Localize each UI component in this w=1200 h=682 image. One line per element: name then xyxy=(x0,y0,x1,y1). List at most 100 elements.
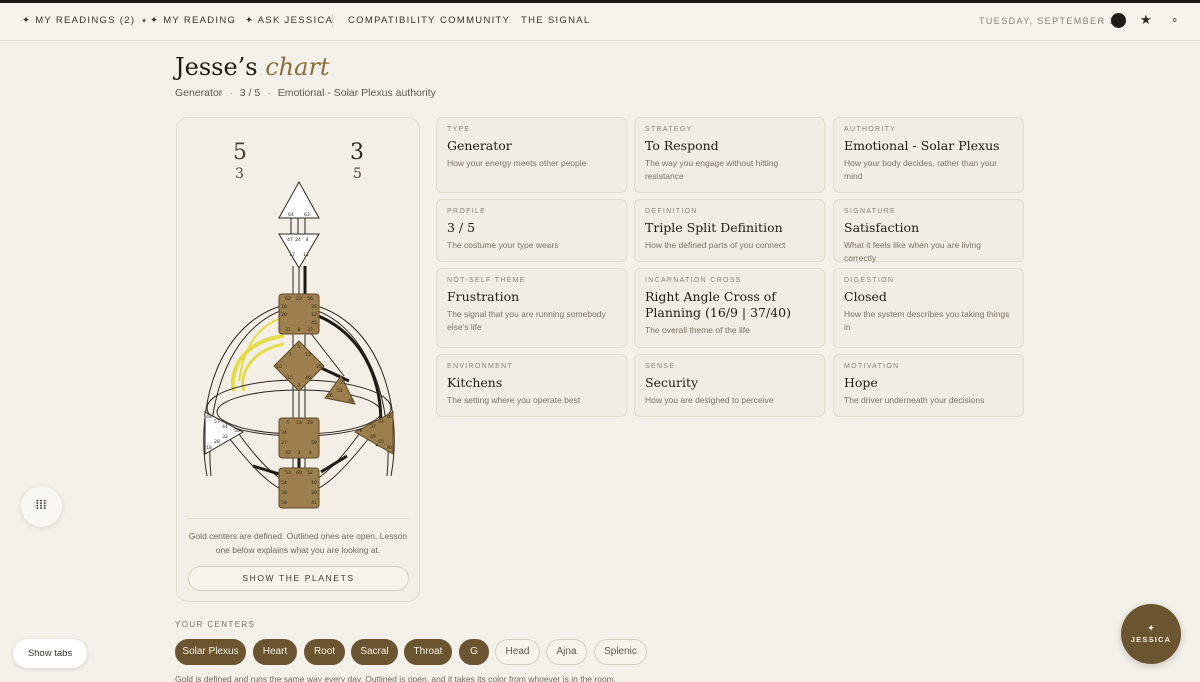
gate-label: 45 xyxy=(311,320,317,326)
gate-label: 22 xyxy=(378,419,384,425)
gate-label: 26 xyxy=(327,393,333,399)
star-icon[interactable]: ★ xyxy=(1140,12,1152,28)
attribute-card-incarnation-cross[interactable]: INCARNATION CROSS Right Angle Cross of Pl… xyxy=(634,268,825,348)
gate-label: 59 xyxy=(311,440,317,446)
top-nav: ✦ MY READINGS (2) ▾ ✦ MY READING ✦ ASK J… xyxy=(0,3,1200,41)
show-planets-button[interactable]: SHOW THE PLANETS xyxy=(188,566,409,591)
chevron-down-icon[interactable]: ▾ xyxy=(142,18,147,25)
subtitle-profile: 3 / 5 xyxy=(239,87,261,99)
center-chip-g[interactable]: G xyxy=(459,639,489,665)
gate-label: 28 xyxy=(214,439,220,445)
gate-label: 30 xyxy=(386,445,392,451)
gate-label: 4 xyxy=(306,237,309,243)
head-center xyxy=(278,180,320,219)
show-tabs-button[interactable]: Show tabs xyxy=(13,639,87,668)
gate-label: 1 xyxy=(298,344,301,350)
settings-icon[interactable]: ⚬ xyxy=(1170,14,1179,27)
attribute-card-signature[interactable]: SIGNATURE Satisfaction What it feels like … xyxy=(833,199,1024,263)
gate-label: 56 xyxy=(307,296,313,302)
attribute-card-profile[interactable]: PROFILE 3 / 5 The costume your type wears xyxy=(436,199,627,262)
nav-community[interactable]: COMMUNITY xyxy=(440,15,510,26)
center-chip-solar-plexus[interactable]: Solar Plexus xyxy=(175,639,246,665)
current-date: TUESDAY, SEPTEMBER 1 xyxy=(979,16,1116,26)
attribute-card-digestion[interactable]: DIGESTION Closed How the system describes … xyxy=(833,268,1024,348)
nav-my-readings[interactable]: ✦ MY READINGS (2) ▾ xyxy=(22,15,147,26)
jessica-label: JESSICA xyxy=(1130,635,1172,644)
nav-ask-jessica[interactable]: ✦ ASK JESSICA xyxy=(245,15,333,26)
gate-label: 17 xyxy=(289,252,295,258)
center-chip-ajna[interactable]: Ajna xyxy=(546,639,587,665)
gate-label: 58 xyxy=(281,500,287,506)
gate-label: 21 xyxy=(340,380,346,386)
gate-label: 54 xyxy=(281,480,287,486)
attribute-card-authority[interactable]: AUTHORITY Emotional - Solar Plexus How you… xyxy=(833,117,1024,193)
center-chip-splenic[interactable]: Splenic xyxy=(594,639,647,665)
gate-label: 52 xyxy=(307,470,313,476)
subtitle-authority: Emotional - Solar Plexus authority xyxy=(277,87,436,99)
gate-label: 29 xyxy=(307,420,313,426)
gate-label: 63 xyxy=(304,212,310,218)
centers-explanation: Gold is defined and runs the same way ev… xyxy=(175,674,617,682)
center-chip-head[interactable]: Head xyxy=(495,639,540,665)
center-chip-sacral[interactable]: Sacral xyxy=(351,639,398,665)
centers-section-label: YOUR CENTERS xyxy=(175,620,256,629)
attribute-card-environment[interactable]: ENVIRONMENT Kitchens The setting where you… xyxy=(436,354,627,417)
gate-label: 49 xyxy=(370,434,376,440)
attribute-card-definition[interactable]: DEFINITION Triple Split Definition How the… xyxy=(634,199,825,262)
gate-label: 24 xyxy=(295,237,301,243)
gate-label: 50 xyxy=(234,428,240,434)
gate-label: 11 xyxy=(303,252,309,258)
gate-label: 48 xyxy=(206,414,212,420)
gate-label: 25 xyxy=(316,364,322,370)
gate-label: 2 xyxy=(298,383,301,389)
gate-label: 55 xyxy=(378,439,384,445)
attribute-card-motivation[interactable]: MOTIVATION Hope The driver underneath your… xyxy=(833,354,1024,417)
gate-label: 46 xyxy=(305,375,311,381)
gate-label: 62 xyxy=(285,296,291,302)
attribute-card-type[interactable]: TYPE Generator How your energy meets other… xyxy=(436,117,627,193)
chart-legend-note: Gold centers are defined. Outlined ones … xyxy=(187,518,409,557)
gate-label: 8 xyxy=(298,327,301,333)
gate-label: 14 xyxy=(296,420,302,426)
gate-label: 33 xyxy=(307,327,313,333)
gate-label: 32 xyxy=(222,434,228,440)
center-chip-heart[interactable]: Heart xyxy=(253,639,297,665)
gate-label: 12 xyxy=(311,312,317,318)
gate-label: 37 xyxy=(370,424,376,430)
gate-label: 41 xyxy=(311,500,317,506)
gate-label: 3 xyxy=(298,450,301,456)
sparkle-icon: ✦ xyxy=(1147,623,1155,633)
gate-label: 20 xyxy=(281,312,287,318)
gate-label: 19 xyxy=(311,480,317,486)
gate-label: 5 xyxy=(287,420,290,426)
gate-label: 7 xyxy=(289,352,292,358)
center-chip-throat[interactable]: Throat xyxy=(404,639,452,665)
gate-label: 44 xyxy=(222,424,228,430)
nav-divider xyxy=(332,14,333,28)
gate-label: 13 xyxy=(305,352,311,358)
gate-label: 27 xyxy=(281,440,287,446)
nav-compatibility[interactable]: COMPATIBILITY xyxy=(348,15,436,26)
center-chip-root[interactable]: Root xyxy=(304,639,345,665)
attribute-card-strategy[interactable]: STRATEGY To Respond The way you engage wit… xyxy=(634,117,825,193)
gate-label: 31 xyxy=(285,327,291,333)
gate-label: 34 xyxy=(281,430,287,436)
attribute-card-sense[interactable]: SENSE Security How you are designed to per… xyxy=(634,354,825,417)
gate-label: 10 xyxy=(276,364,282,370)
bodygraph-diagram[interactable]: 64 63 47 24 4 17 11 62 23 56 16 35 20 12… xyxy=(199,176,399,516)
ask-jessica-fab[interactable]: ✦ JESSICA xyxy=(1121,604,1181,664)
attribute-card-not-self-theme[interactable]: NOT-SELF THEME Frustration The signal that… xyxy=(436,268,627,348)
side-menu-button[interactable]: ⦙⦙⦙ xyxy=(21,486,62,527)
personality-profile-top: 3 xyxy=(350,140,364,165)
bodygraph-card: 5 3 3 5 64 63 47 24 4 17 11 62 23 56 16 … xyxy=(176,117,420,602)
gate-label: 9 xyxy=(309,450,312,456)
nav-my-reading[interactable]: ✦ MY READING xyxy=(150,15,236,26)
design-profile-top: 5 xyxy=(233,140,247,165)
gate-label: 42 xyxy=(285,450,291,456)
gate-label: 51 xyxy=(337,388,343,394)
nav-the-signal[interactable]: THE SIGNAL xyxy=(521,15,591,26)
theme-dark-circle-icon[interactable] xyxy=(1111,13,1126,28)
gate-label: 60 xyxy=(296,470,302,476)
page-title: Jesse’s chart xyxy=(175,53,330,81)
gate-label: 53 xyxy=(285,470,291,476)
